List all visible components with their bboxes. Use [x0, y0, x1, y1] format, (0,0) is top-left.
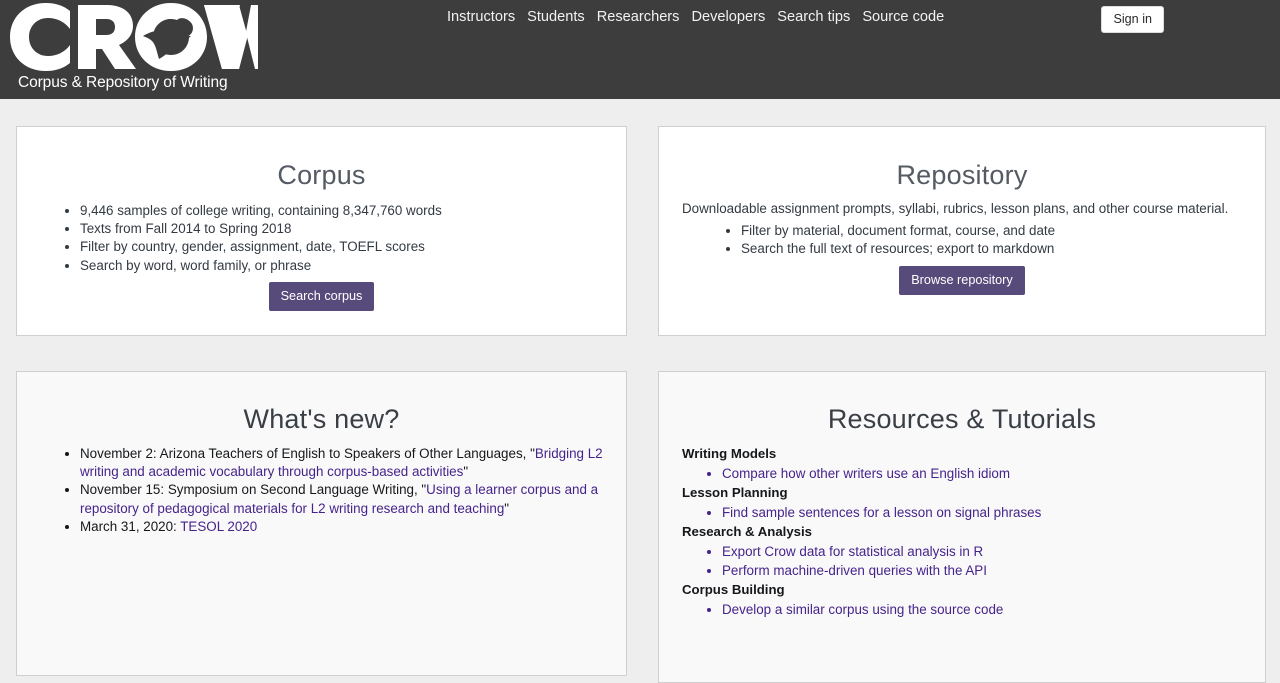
- nav-item-developers[interactable]: Developers: [691, 8, 765, 26]
- repository-card: Repository Downloadable assignment promp…: [658, 126, 1266, 336]
- news-link[interactable]: TESOL 2020: [180, 519, 257, 534]
- corpus-card-title: Corpus: [277, 160, 366, 190]
- list-item: Compare how other writers use an English…: [722, 464, 1251, 483]
- list-item: Texts from Fall 2014 to Spring 2018: [80, 220, 612, 238]
- sign-in-button[interactable]: Sign in: [1101, 6, 1164, 33]
- list-item: November 15: Symposium on Second Languag…: [80, 481, 612, 517]
- resource-group: Corpus Building Develop a similar corpus…: [682, 580, 1251, 619]
- list-item: 9,446 samples of college writing, contai…: [80, 202, 612, 220]
- site-header: Corpus & Repository of Writing Instructo…: [0, 0, 1280, 99]
- list-item: Perform machine-driven queries with the …: [722, 561, 1251, 580]
- resources-card-title: Resources & Tutorials: [827, 404, 1097, 434]
- resource-group-links: Compare how other writers use an English…: [682, 464, 1251, 483]
- resource-link[interactable]: Perform machine-driven queries with the …: [722, 563, 987, 578]
- news-prefix: November 15: Symposium on Second Languag…: [80, 482, 427, 498]
- resource-group: Lesson Planning Find sample sentences fo…: [682, 483, 1251, 522]
- news-prefix: November 2: Arizona Teachers of English …: [80, 446, 535, 461]
- corpus-feature-list: 9,446 samples of college writing, contai…: [31, 202, 612, 275]
- repository-button-row: Browse repository: [673, 265, 1251, 295]
- brand-logo-link[interactable]: Corpus & Repository of Writing: [8, 0, 258, 99]
- news-suffix: ": [463, 464, 469, 480]
- repository-description: Downloadable assignment prompts, syllabi…: [682, 201, 1229, 216]
- resource-link[interactable]: Export Crow data for statistical analysi…: [722, 544, 983, 559]
- main-navigation: Instructors Students Researchers Develop…: [447, 8, 944, 26]
- resource-group-links: Find sample sentences for a lesson on si…: [682, 503, 1251, 522]
- resources-card-body: Writing Models Compare how other writers…: [659, 444, 1265, 619]
- list-item: March 31, 2020: TESOL 2020: [80, 518, 612, 536]
- whats-new-card-body: November 2: Arizona Teachers of English …: [17, 445, 626, 536]
- corpus-card: Corpus 9,446 samples of college writing,…: [16, 126, 627, 336]
- list-item: Export Crow data for statistical analysi…: [722, 542, 1251, 561]
- list-item: Develop a similar corpus using the sourc…: [722, 600, 1251, 619]
- news-suffix: ": [504, 500, 510, 516]
- resources-group-list: Writing Models Compare how other writers…: [673, 444, 1251, 619]
- resource-group-heading: Research & Analysis: [682, 524, 812, 539]
- whats-new-card: What's new? November 2: Arizona Teachers…: [16, 371, 627, 676]
- corpus-card-body: 9,446 samples of college writing, contai…: [17, 202, 626, 311]
- resource-group: Writing Models Compare how other writers…: [682, 444, 1251, 483]
- nav-item-search-tips[interactable]: Search tips: [777, 8, 850, 26]
- whats-new-card-title: What's new?: [243, 404, 400, 434]
- browse-repository-button[interactable]: Browse repository: [899, 265, 1025, 295]
- resources-tutorials-card: Resources & Tutorials Writing Models Com…: [658, 371, 1266, 683]
- list-item: Search by word, word family, or phrase: [80, 257, 612, 275]
- resource-link[interactable]: Develop a similar corpus using the sourc…: [722, 602, 1003, 617]
- resource-group-links: Develop a similar corpus using the sourc…: [682, 600, 1251, 619]
- crow-logo-wordmark: [8, 1, 258, 73]
- nav-item-students[interactable]: Students: [527, 8, 585, 26]
- repository-card-title: Repository: [896, 160, 1028, 190]
- list-item: Filter by material, document format, cou…: [741, 222, 1251, 240]
- nav-item-researchers[interactable]: Researchers: [597, 8, 680, 26]
- repository-feature-list: Filter by material, document format, cou…: [673, 222, 1251, 258]
- resource-group: Research & Analysis Export Crow data for…: [682, 522, 1251, 580]
- resource-group-heading: Lesson Planning: [682, 485, 788, 500]
- list-item: Find sample sentences for a lesson on si…: [722, 503, 1251, 522]
- whats-new-list: November 2: Arizona Teachers of English …: [31, 445, 612, 536]
- repository-card-body: Downloadable assignment prompts, syllabi…: [659, 200, 1265, 295]
- list-item: Filter by country, gender, assignment, d…: [80, 238, 612, 256]
- resource-group-links: Export Crow data for statistical analysi…: [682, 542, 1251, 580]
- resource-group-heading: Corpus Building: [682, 582, 785, 597]
- corpus-button-row: Search corpus: [31, 281, 612, 311]
- resource-group-heading: Writing Models: [682, 446, 777, 461]
- search-corpus-button[interactable]: Search corpus: [268, 281, 375, 311]
- nav-item-source-code[interactable]: Source code: [862, 8, 944, 26]
- list-item: November 2: Arizona Teachers of English …: [80, 445, 612, 481]
- brand-tagline: Corpus & Repository of Writing: [18, 74, 228, 91]
- list-item: Search the full text of resources; expor…: [741, 240, 1251, 258]
- nav-item-instructors[interactable]: Instructors: [447, 8, 515, 26]
- resource-link[interactable]: Find sample sentences for a lesson on si…: [722, 505, 1041, 520]
- news-prefix: March 31, 2020:: [80, 518, 181, 534]
- resource-link[interactable]: Compare how other writers use an English…: [722, 466, 1010, 481]
